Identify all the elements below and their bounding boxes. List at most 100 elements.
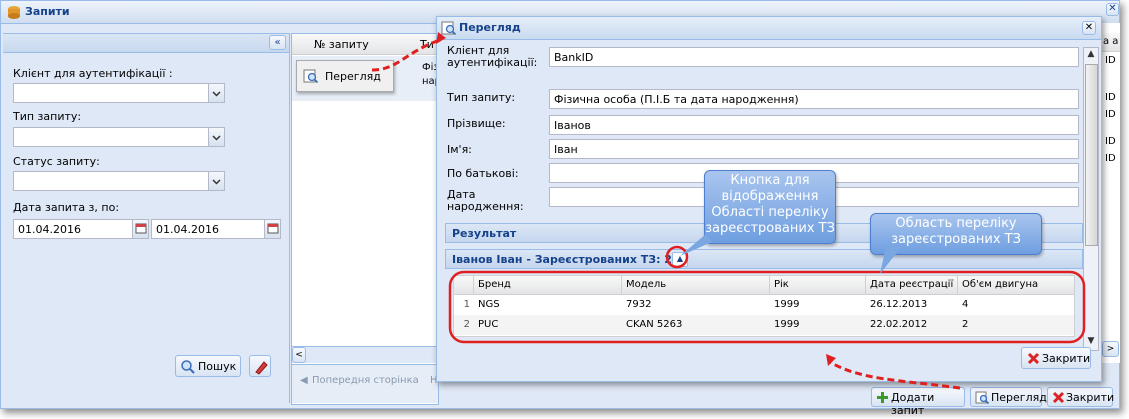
collapse-icon[interactable]: « [269,35,286,50]
chevron-down-icon[interactable] [208,128,224,146]
cell-registration-date: 22.02.2012 [870,319,928,330]
column-request-number[interactable]: № запиту [314,38,369,51]
date-from-value: 01.04.2016 [18,223,81,236]
filter-panel-header: « [3,33,289,53]
client-field[interactable]: BankID [549,47,1079,67]
row-number: 1 [463,299,470,310]
view-icon [441,21,457,36]
callout-pointer [680,234,712,256]
close-button-label: Закрити [1066,391,1115,404]
window-title: Запити [25,5,70,18]
column-brand[interactable]: Бренд [474,276,622,294]
cell-brand: PUC [478,319,499,330]
name-field[interactable]: Іван [549,139,1079,159]
cell-model: CKAN 5263 [626,319,683,330]
column-engine-volume[interactable]: Об'єм двигуна [958,276,1074,294]
scroll-right-icon[interactable]: > [1102,341,1119,357]
column-registration-date[interactable]: Дата реєстрації [866,276,958,294]
column-type[interactable]: Ти [420,38,434,51]
right-column-header-text: а а [1103,36,1119,47]
table-row[interactable]: 2 PUC CKAN 5263 1999 22.02.2012 2 [454,315,1074,335]
context-menu-view[interactable]: Перегляд [325,70,381,83]
search-icon [181,360,195,374]
scroll-up-icon[interactable]: ▲ [1085,49,1097,61]
close-button[interactable]: Закрити [1047,387,1115,407]
vehicles-grid-header: Бренд Модель Рік виготовлення Дата реєст… [454,276,1074,308]
cell-engine-volume: 4 [962,299,969,310]
requests-grid: № запиту Ти Фіз нар Перегляд < ◀ Поперед… [291,33,441,405]
scroll-thumb[interactable] [1085,64,1098,246]
right-cell: ID [1105,136,1116,147]
callout-pointer [880,246,902,274]
pagination-bar: ◀ Попередня сторінка Н [292,364,438,403]
clear-filter-button[interactable] [249,355,271,377]
type-label: Тип запиту: [13,110,82,123]
close-icon [1052,391,1065,404]
column-year[interactable]: Рік виготовлення [770,276,866,308]
client-label: Клієнт для аутентифікації: [447,44,538,69]
prev-page-icon[interactable]: ◀ [300,375,308,386]
cell-year: 1999 [774,299,800,310]
close-icon [1027,352,1040,365]
surname-field[interactable]: Іванов [549,115,1079,135]
scroll-left-icon[interactable]: < [292,347,306,363]
view-button[interactable]: Перегляд [970,387,1047,407]
right-cell: ID [1105,153,1116,164]
patronymic-label: По батькові: [447,167,519,180]
search-button-label: Пошук [198,360,237,373]
type-select[interactable] [13,127,225,147]
dialog-scrollbar[interactable]: ▲ ▼ [1083,47,1099,351]
client-label: Клієнт для аутентифікації : [13,67,173,80]
dialog-close-button[interactable]: Закрити [1021,347,1091,369]
database-icon [8,6,20,19]
right-cell: ID [1105,55,1116,66]
date-to-value: 01.04.2016 [156,223,219,236]
right-cell: ID [1105,92,1116,103]
vehicles-grid: Бренд Модель Рік виготовлення Дата реєст… [453,275,1075,337]
row-number: 2 [463,319,470,330]
view-icon [975,391,990,405]
callout-toggle-text: Кнопка для відображення Області переліку… [705,173,835,236]
eraser-icon [255,361,268,375]
chevron-down-icon[interactable] [208,172,224,190]
horizontal-scrollbar[interactable]: < [292,346,438,363]
cell-model: 7932 [626,299,652,310]
prev-page-link[interactable]: Попередня сторінка [312,375,419,386]
vehicle-panel-title: Іванов Іван - Зареєстрованих ТЗ: 2 [452,253,672,266]
column-model[interactable]: Модель [622,276,770,294]
status-label: Статус запиту: [13,155,100,168]
right-column-header: а а [1102,33,1120,52]
type-field[interactable]: Фізична особа (П.І.Б та дата народження) [549,89,1079,109]
name-label: Ім'я: [447,143,472,156]
view-button-label: Перегляд [991,391,1047,404]
result-section-title: Результат [452,227,517,240]
cell-brand: NGS [478,299,500,310]
context-menu: Перегляд [296,60,394,92]
client-select[interactable] [13,83,225,103]
window-close-icon[interactable]: ✕ [1106,3,1119,16]
right-cell: ID [1105,109,1116,120]
date-to-field[interactable]: 01.04.2016 [151,219,281,239]
surname-label: Прізвище: [447,117,506,130]
dialog-close-label: Закрити [1042,352,1091,365]
date-from-field[interactable]: 01.04.2016 [13,219,149,239]
chevron-down-icon[interactable] [208,84,224,102]
dialog-titlebar: Перегляд ✕ [437,17,1101,40]
cell-year: 1999 [774,319,800,330]
row-number-header [454,276,474,294]
grid-header: № запиту Ти [292,34,438,55]
filter-panel: « Клієнт для аутентифікації : Тип запиту… [3,33,290,403]
add-request-button[interactable]: Додати запит [871,387,965,417]
table-row[interactable]: 1 NGS 7932 1999 26.12.2013 4 [454,295,1074,316]
type-label: Тип запиту: [447,91,516,104]
cell-registration-date: 26.12.2013 [870,299,928,310]
calendar-icon[interactable] [132,220,148,238]
calendar-icon[interactable] [264,220,280,238]
status-select[interactable] [13,171,225,191]
cell-engine-volume: 2 [962,319,969,330]
birthdate-label: Дата народження: [447,188,524,213]
view-icon [303,69,319,84]
grid-right-strip: а а ID ID ID ID ID > [1101,23,1120,363]
search-button[interactable]: Пошук [175,355,241,377]
dialog-close-icon[interactable]: ✕ [1082,21,1096,35]
